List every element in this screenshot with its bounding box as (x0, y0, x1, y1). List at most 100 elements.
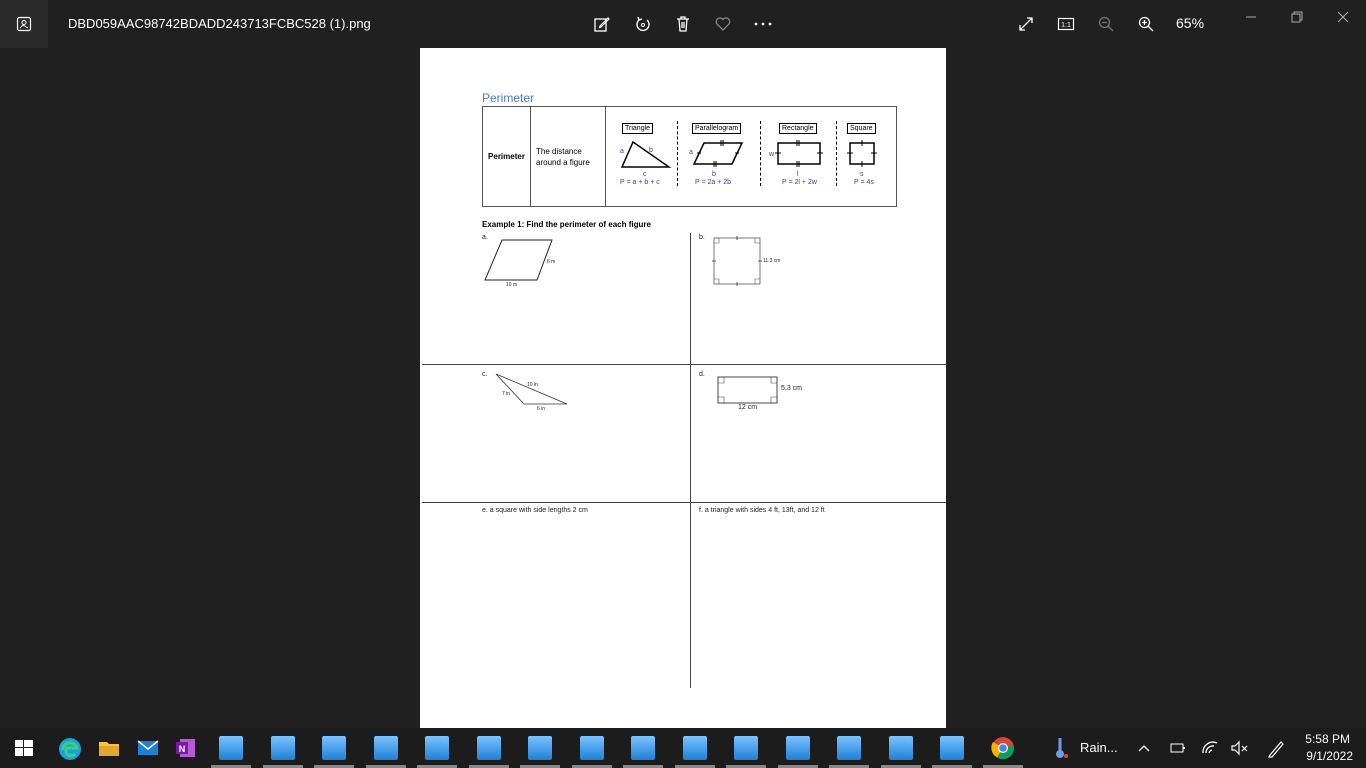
example-title: Example 1: Find the perimeter of each fi… (482, 220, 651, 229)
problem-c-side-2: 7 in (502, 391, 511, 397)
rectangle-side-l: l (797, 171, 799, 178)
separator (760, 121, 761, 186)
separator (836, 121, 837, 186)
square-formula: P = 4s (854, 179, 874, 186)
problem-e: e. a square with side lengths 2 cm (482, 507, 588, 514)
grid-vertical-divider (690, 233, 691, 688)
triangle-formula: P = a + b + c (620, 179, 660, 186)
problem-c-side-1: 10 in (527, 382, 538, 388)
problem-b-label: b. (699, 234, 705, 241)
problem-a-side: 6 m (547, 259, 556, 265)
document-page: Perimeter Perimeter The distance around … (420, 48, 946, 728)
separator (677, 121, 678, 186)
weather-rain-icon[interactable] (1050, 736, 1074, 760)
photos-icon[interactable] (580, 736, 604, 760)
photos-icon[interactable] (940, 736, 964, 760)
ref-definition-line1: The distance (536, 147, 582, 156)
edge-icon[interactable] (57, 736, 81, 760)
zoom-out-icon[interactable] (1094, 12, 1118, 36)
ref-term: Perimeter (483, 107, 531, 206)
photos-icon[interactable] (631, 736, 655, 760)
problem-d-label: d. (699, 371, 705, 378)
close-icon[interactable] (1331, 8, 1355, 26)
photos-icon[interactable] (889, 736, 913, 760)
triangle-label: Triangle (622, 123, 654, 134)
title-bar: DBD059AAC98742BDADD243713FCBC528 (1).png… (0, 0, 1366, 48)
grid-horizontal-divider (422, 364, 946, 365)
photos-icon[interactable] (477, 736, 501, 760)
parallelogram-side-b: b (712, 171, 716, 178)
rectangle-label: Rectangle (779, 123, 817, 134)
problem-b-side: 11.3 cm (763, 258, 781, 264)
photos-icon[interactable] (528, 736, 552, 760)
rotate-icon[interactable] (631, 12, 655, 36)
photos-icon[interactable] (219, 736, 243, 760)
parallelogram-formula: P = 2a + 2b (695, 179, 732, 186)
taskbar: N Rain... 5:58 PM 9/1/2022 (0, 728, 1366, 768)
page-title: Perimeter (482, 91, 535, 105)
square-diagram: s (847, 140, 877, 178)
parallelogram-label: Parallelogram (692, 123, 742, 134)
problem-c-triangle (495, 373, 568, 405)
problem-d-width: 12 cm (738, 404, 758, 411)
parallelogram-side-a: a (689, 149, 693, 156)
volume-muted-icon[interactable] (1230, 736, 1254, 760)
edit-icon[interactable] (590, 12, 614, 36)
clock-time[interactable]: 5:58 PM (1300, 732, 1350, 746)
photos-icon[interactable] (271, 736, 295, 760)
mail-icon[interactable] (136, 736, 160, 760)
problem-f: f. a triangle with sides 4 ft, 13ft, and… (699, 507, 825, 514)
battery-icon[interactable] (1168, 736, 1192, 760)
photos-icon[interactable] (683, 736, 707, 760)
photos-icon[interactable] (734, 736, 758, 760)
problem-a-base: 10 m (506, 282, 518, 288)
triangle-side-c: c (643, 171, 647, 177)
photos-icon[interactable] (786, 736, 810, 760)
chrome-icon[interactable] (991, 736, 1015, 760)
triangle-diagram: a b c (620, 140, 672, 177)
photos-icon[interactable] (425, 736, 449, 760)
photos-icon[interactable] (374, 736, 398, 760)
problem-b-square (712, 236, 762, 286)
more-icon[interactable] (751, 12, 775, 36)
wifi-icon[interactable] (1200, 736, 1224, 760)
favorite-icon[interactable] (711, 12, 735, 36)
square-label: Square (847, 123, 876, 134)
minimize-icon[interactable] (1239, 8, 1263, 26)
ref-definition-line2: around a figure (536, 158, 590, 167)
zoom-level[interactable]: 65% (1176, 15, 1204, 31)
photos-app-icon[interactable] (0, 0, 48, 48)
file-name: DBD059AAC98742BDADD243713FCBC528 (1).png (68, 16, 371, 31)
square-side-s: s (860, 171, 864, 178)
rectangle-formula: P = 2l + 2w (782, 179, 817, 186)
triangle-side-a: a (620, 148, 624, 155)
photos-icon[interactable] (322, 736, 346, 760)
clock-date[interactable]: 9/1/2022 (1300, 749, 1353, 763)
grid-horizontal-divider (422, 502, 946, 503)
perimeter-reference-table: Perimeter The distance around a figure T… (482, 106, 897, 207)
ref-definition: The distance around a figure (531, 107, 606, 206)
rectangle-side-w: w (768, 151, 775, 158)
rectangle-diagram: w l (768, 140, 823, 178)
triangle-side-b: b (649, 147, 653, 154)
chevron-up-icon[interactable] (1136, 736, 1160, 760)
problem-d-height: 5.3 cm (781, 385, 803, 392)
problem-c-side-3: 6 in (537, 406, 546, 412)
actual-size-icon[interactable]: 1:1 (1054, 12, 1078, 36)
parallelogram-diagram: a b (689, 140, 744, 178)
fullscreen-icon[interactable] (1014, 12, 1038, 36)
problem-d-rectangle (717, 376, 778, 404)
pen-icon[interactable] (1266, 736, 1290, 760)
shape-formulas: Triangle a b c P = a + b + c Parallelogr… (606, 107, 896, 206)
onenote-icon[interactable]: N (174, 736, 198, 760)
delete-icon[interactable] (671, 12, 695, 36)
photos-icon[interactable] (837, 736, 861, 760)
start-icon[interactable] (12, 736, 36, 760)
restore-icon[interactable] (1285, 8, 1309, 26)
zoom-in-icon[interactable] (1134, 12, 1158, 36)
file-explorer-icon[interactable] (97, 736, 121, 760)
problem-c-label: c. (482, 371, 488, 378)
weather-text[interactable]: Rain... (1080, 740, 1118, 755)
svg-text:1:1: 1:1 (1061, 22, 1071, 29)
svg-text:N: N (179, 744, 186, 754)
